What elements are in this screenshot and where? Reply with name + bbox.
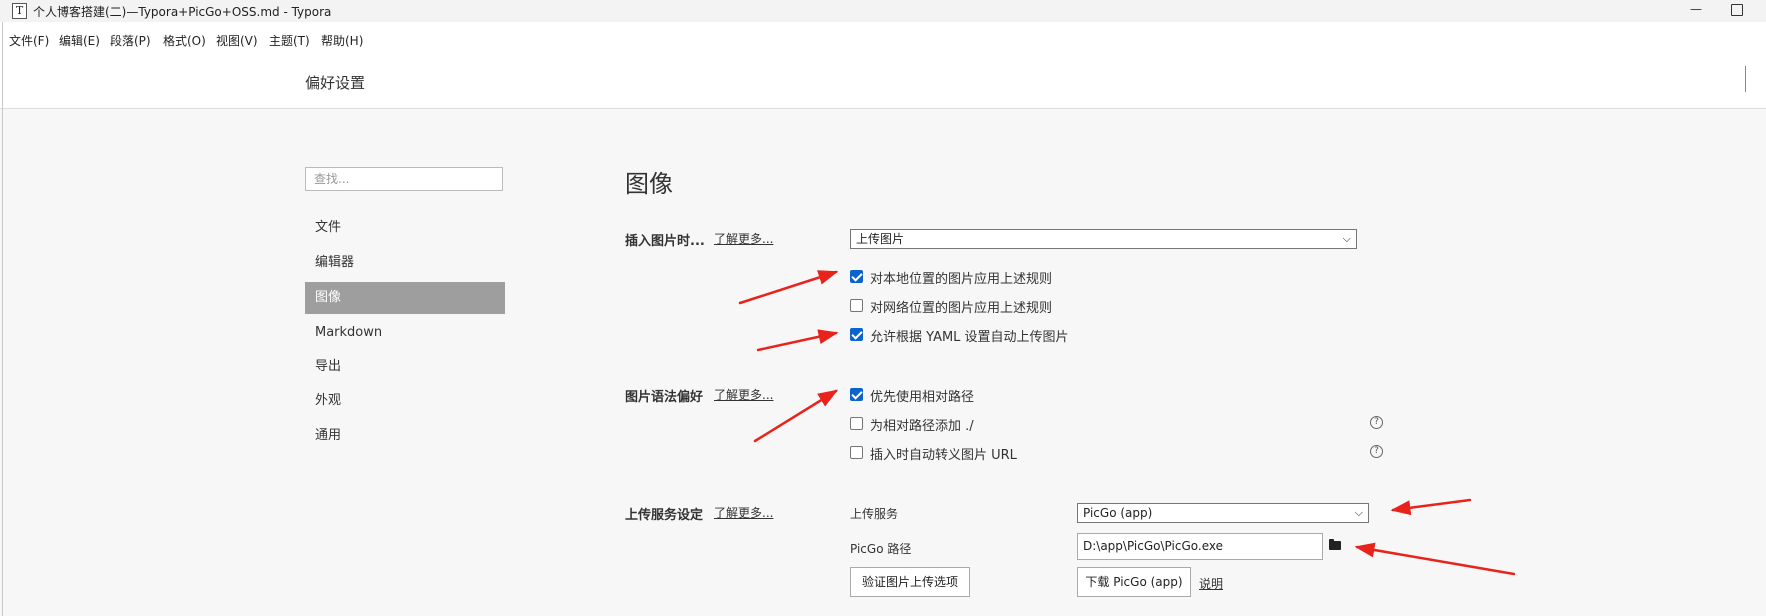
- red-arrow: [756, 329, 839, 352]
- red-arrow: [1390, 498, 1472, 516]
- red-arrow: [738, 270, 839, 305]
- annotation-arrows: [738, 270, 1516, 576]
- red-arrow: [1354, 542, 1516, 576]
- red-arrow: [753, 389, 839, 443]
